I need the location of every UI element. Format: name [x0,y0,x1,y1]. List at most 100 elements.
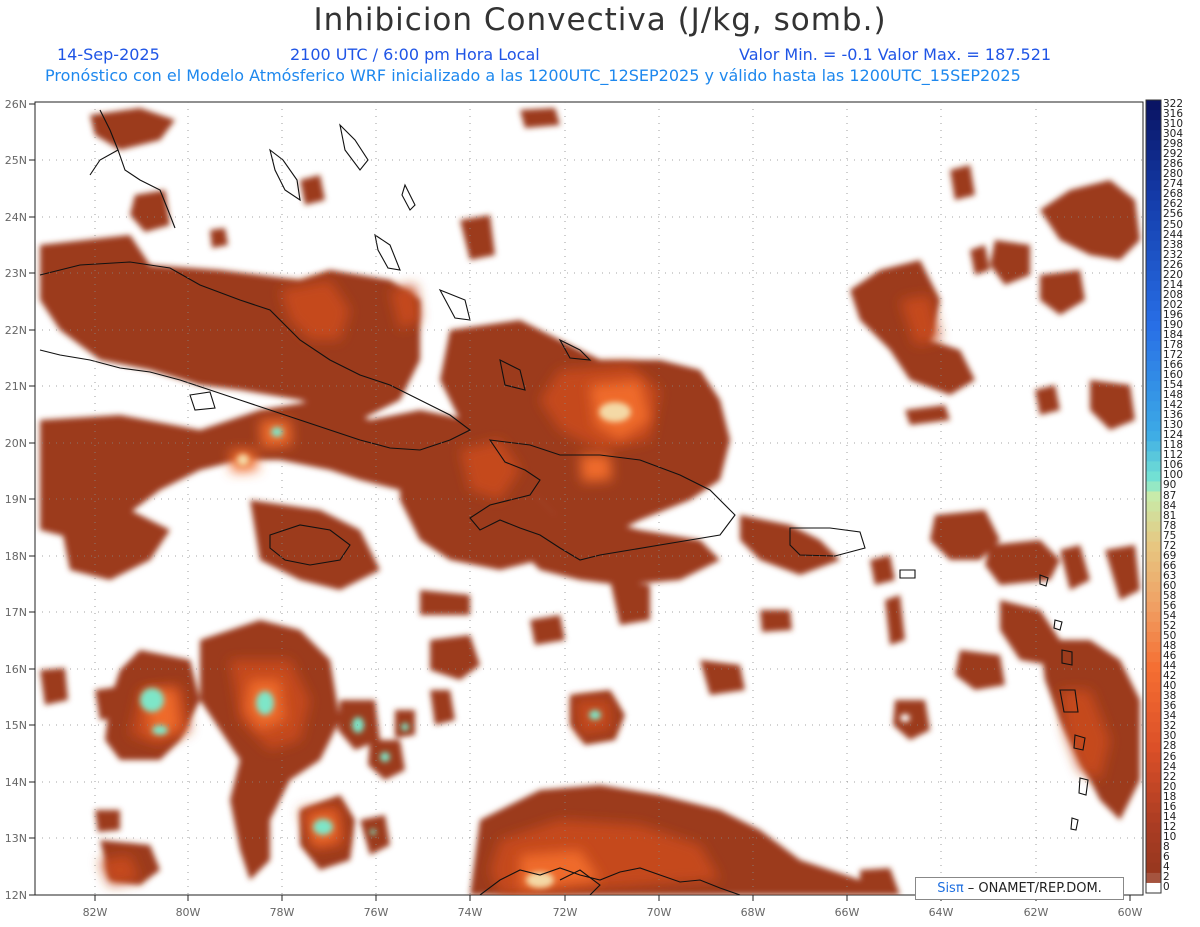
colorbar-swatch [1146,240,1161,252]
colorbar-swatch [1146,230,1161,242]
colorbar-swatch [1146,581,1161,593]
latitude-labels: 26N 25N 24N 23N 22N 21N 20N 19N 18N 17N … [5,98,27,902]
colorbar-swatch [1146,431,1161,442]
colorbar-swatch [1146,340,1161,352]
lon-label: 68W [741,906,766,919]
colorbar-label: 26 [1163,750,1177,763]
lat-label: 26N [5,98,27,111]
colorbar-swatch [1146,712,1161,723]
lon-label: 76W [364,906,389,919]
colorbar-swatch [1146,451,1161,462]
colorbar-swatch [1146,722,1161,733]
colorbar-swatch [1146,591,1161,603]
colorbar-swatch [1146,310,1161,322]
colorbar-swatch [1146,270,1161,282]
colorbar [1146,100,1161,894]
lat-label: 17N [5,606,27,619]
lat-label: 19N [5,493,27,506]
lat-label: 21N [5,380,27,393]
lon-label: 72W [553,906,578,919]
lon-label: 70W [647,906,672,919]
colorbar-swatch [1146,782,1161,794]
colorbar-swatch [1146,371,1161,382]
colorbar-swatch [1146,200,1161,212]
colorbar-swatch [1146,381,1161,392]
colorbar-swatch [1146,360,1161,372]
colorbar-label: 22 [1163,770,1177,783]
colorbar-swatch [1146,280,1161,292]
colorbar-swatch [1146,481,1161,493]
lon-label: 78W [270,906,295,919]
credit-text: – ONAMET/REP.DOM. [963,881,1102,896]
lat-label: 18N [5,550,27,563]
colorbar-swatch [1146,742,1161,754]
sispi-logo: Sisπ [937,881,964,896]
colorbar-swatch [1146,120,1161,131]
lat-label: 23N [5,267,27,280]
colorbar-swatch [1146,672,1161,683]
colorbar-swatch [1146,762,1161,774]
colorbar-label: 238 [1163,238,1184,251]
colorbar-swatch [1146,160,1161,171]
colorbar-swatch [1146,210,1161,222]
colorbar-swatch [1146,140,1161,151]
lat-label: 13N [5,832,27,845]
colorbar-swatch [1146,561,1161,573]
colorbar-swatch [1146,822,1161,834]
colorbar-label: 256 [1163,208,1184,221]
colorbar-swatch [1146,150,1161,161]
colorbar-swatch [1146,792,1161,804]
colorbar-swatch [1146,642,1161,653]
lon-label: 82W [83,906,108,919]
colorbar-label: 0 [1163,881,1170,893]
lon-label: 74W [458,906,483,919]
colorbar-swatch [1146,391,1161,402]
colorbar-swatch [1146,401,1161,412]
colorbar-swatch [1146,702,1161,713]
colorbar-swatch [1146,611,1161,623]
colorbar-swatch [1146,471,1161,483]
colorbar-swatch [1146,180,1161,191]
colorbar-swatch [1146,511,1161,523]
colorbar-swatch [1146,882,1161,894]
colorbar-swatch [1146,852,1161,864]
colorbar-label: 244 [1163,228,1184,241]
colorbar-swatch [1146,842,1161,854]
colorbar-swatch [1146,461,1161,473]
colorbar-swatch [1146,411,1161,422]
colorbar-swatch [1146,521,1161,533]
colorbar-label: 84 [1163,499,1177,512]
colorbar-swatch [1146,551,1161,563]
colorbar-swatch [1146,652,1161,663]
colorbar-swatch [1146,300,1161,312]
colorbar-swatch [1146,531,1161,543]
colorbar-label: 250 [1163,218,1184,231]
colorbar-label: 28 [1163,740,1177,753]
colorbar-swatch [1146,541,1161,553]
lat-label: 25N [5,154,27,167]
colorbar-swatch [1146,802,1161,814]
colorbar-swatch [1146,170,1161,181]
colorbar-swatch [1146,441,1161,452]
colorbar-swatch [1146,110,1161,121]
colorbar-swatch [1146,601,1161,613]
lat-label: 16N [5,663,27,676]
colorbar-swatch [1146,330,1161,342]
lat-label: 15N [5,719,27,732]
credit-box: Sisπ – ONAMET/REP.DOM. [915,877,1124,900]
colorbar-swatch [1146,692,1161,703]
colorbar-swatch [1146,260,1161,272]
colorbar-swatch [1146,501,1161,513]
colorbar-swatch [1146,320,1161,332]
map-canvas: 82W 80W 78W 76W 74W 72W 70W 68W 66W 64W … [5,98,1162,919]
colorbar-swatch [1146,812,1161,824]
colorbar-swatch [1146,100,1161,111]
lat-label: 12N [5,889,27,902]
lat-label: 14N [5,776,27,789]
colorbar-swatch [1146,872,1161,884]
longitude-labels: 82W 80W 78W 76W 74W 72W 70W 68W 66W 64W … [83,906,1143,919]
colorbar-swatch [1146,862,1161,874]
colorbar-label: 90 [1163,479,1177,492]
colorbar-swatch [1146,350,1161,362]
colorbar-swatch [1146,752,1161,764]
